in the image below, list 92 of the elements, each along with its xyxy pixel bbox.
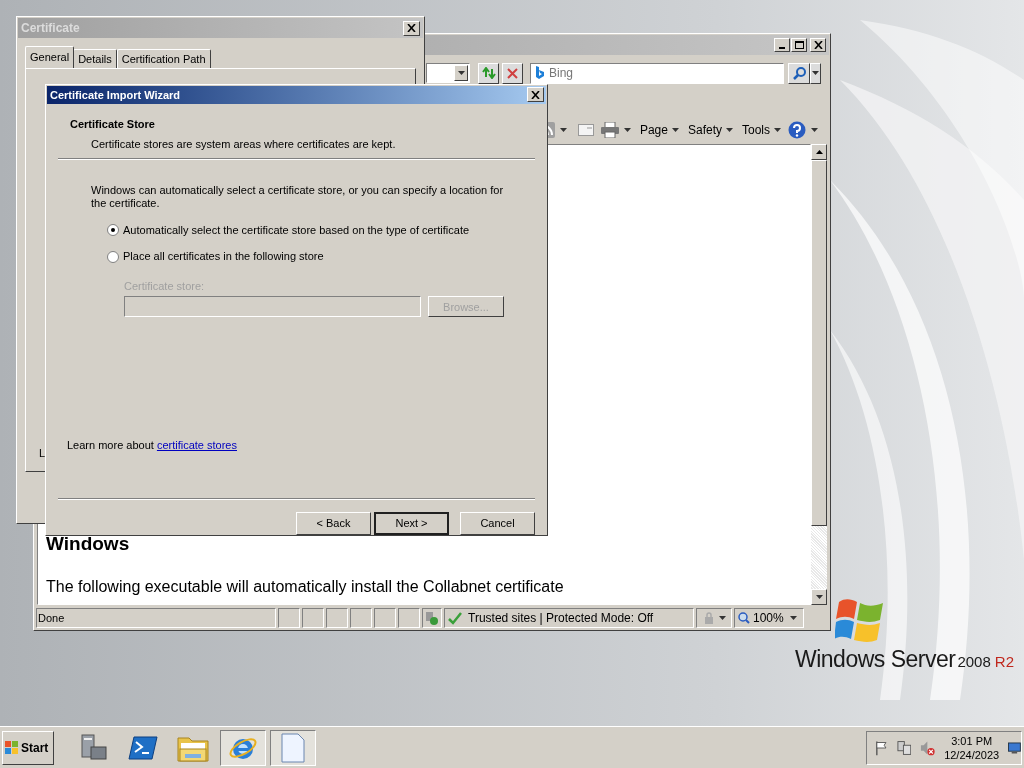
protected-mode-button[interactable]: [696, 608, 732, 628]
show-desktop-icon[interactable]: [1008, 741, 1021, 754]
close-icon: [813, 41, 823, 49]
help-icon[interactable]: [788, 121, 806, 139]
caret-icon: [671, 128, 679, 132]
close-button[interactable]: [527, 87, 544, 103]
document-icon: [281, 732, 305, 763]
start-button[interactable]: Start: [2, 730, 54, 765]
taskbar-button[interactable]: [220, 729, 266, 766]
refresh-button[interactable]: [478, 62, 499, 84]
magnifier-icon: [738, 612, 750, 624]
close-button[interactable]: [810, 38, 826, 52]
mail-icon[interactable]: [577, 124, 594, 136]
powershell-icon: [128, 734, 158, 761]
windows-flag-icon: [5, 740, 19, 755]
section-subtitle: Certificate stores are system areas where certificates are kept.: [90, 137, 397, 153]
minimize-button[interactable]: [774, 38, 790, 52]
window-title: Certificate Import Wizard: [50, 87, 181, 103]
dropdown-button[interactable]: [454, 65, 468, 81]
caret-icon: [812, 71, 819, 75]
clock[interactable]: 3:01 PM 12/24/2023: [944, 733, 1000, 762]
network-icon[interactable]: [896, 739, 912, 756]
status-panel: [398, 608, 420, 628]
status-panel: [350, 608, 372, 628]
dialog-button[interactable]: Next >: [374, 512, 449, 535]
toolbar-menu[interactable]: Tools: [742, 121, 781, 139]
close-icon: [407, 24, 416, 32]
checkmark-icon: [448, 611, 462, 625]
radio-button[interactable]: [107, 250, 119, 263]
windows-flag-logo: [835, 598, 885, 642]
zoom-button[interactable]: 100%: [734, 608, 804, 628]
flag-icon[interactable]: [875, 739, 888, 756]
printer-icon[interactable]: [600, 122, 619, 138]
maximize-button[interactable]: [791, 38, 807, 52]
scrollbar[interactable]: [811, 144, 827, 605]
tab[interactable]: Details: [73, 49, 117, 68]
scroll-down-button[interactable]: [811, 589, 827, 605]
certificate-stores-link[interactable]: certificate stores: [156, 438, 237, 451]
arrow-icon: [815, 150, 823, 154]
caret-icon: [718, 616, 726, 620]
caret-icon: [623, 128, 631, 132]
window-title: Certificate: [21, 20, 80, 37]
dialog-button[interactable]: Cancel: [460, 512, 535, 535]
status-text: Done: [36, 608, 276, 628]
status-panel: [326, 608, 348, 628]
search-button[interactable]: [788, 62, 810, 84]
section-title: Certificate Store: [70, 116, 156, 132]
caret-icon: [559, 128, 567, 132]
speaker-muted-icon[interactable]: [920, 739, 936, 756]
search-icon: [792, 66, 806, 80]
logo-edition-text: R2: [994, 652, 1014, 672]
bing-logo-icon: [535, 66, 544, 80]
caret-icon: [726, 128, 733, 132]
scroll-up-button[interactable]: [811, 144, 827, 160]
close-icon: [507, 67, 518, 79]
logo-version-text: 2008: [957, 652, 991, 672]
toolbar-menu[interactable]: Safety: [687, 121, 733, 139]
tab[interactable]: General: [25, 46, 75, 68]
caret-icon: [790, 616, 797, 620]
status-panel: [374, 608, 396, 628]
caret-icon: [811, 128, 818, 132]
arrow-icon: [815, 595, 823, 599]
status-panel: [302, 608, 324, 628]
close-icon: [531, 90, 540, 99]
toolbar-menu[interactable]: Page: [639, 121, 679, 139]
radio-button[interactable]: [107, 224, 119, 237]
description-text: Windows can automatically select a certificate store, or you can specify a location for the certificate.: [91, 183, 505, 210]
zone-text: Trusted sites | Protected Mode: Off: [468, 610, 654, 627]
taskbar-button[interactable]: [270, 729, 316, 766]
page-heading: Windows: [46, 531, 131, 556]
radio-label: Place all certificates in the following store: [123, 249, 324, 265]
lock-icon: [702, 612, 715, 624]
refresh-arrows-icon: [481, 67, 496, 79]
dialog-button[interactable]: < Back: [296, 512, 371, 535]
status-panel: [278, 608, 300, 628]
address-field[interactable]: [426, 63, 470, 83]
server-toolbox-icon: [78, 732, 108, 763]
scroll-thumb[interactable]: [811, 160, 827, 526]
caret-icon: [457, 71, 465, 75]
tab[interactable]: Certification Path: [116, 49, 211, 68]
radio-label: Automatically select the certificate store based on the type of certificate: [123, 222, 470, 238]
stop-button[interactable]: [502, 62, 523, 84]
page-paragraph: The following executable will automatically install the Collabnet certificate: [46, 577, 565, 597]
search-options-button[interactable]: [810, 62, 821, 84]
learn-more-text: Learn more about certificate stores: [67, 437, 238, 453]
search-field[interactable]: Bing: [530, 62, 784, 84]
zone-panel[interactable]: Trusted sites | Protected Mode: Off: [444, 608, 694, 628]
logo-brand-text: Windows Server: [795, 645, 956, 674]
caret-icon: [774, 128, 781, 132]
close-button[interactable]: [403, 20, 420, 36]
search-placeholder: Bing: [549, 65, 574, 82]
footer-text: L: [39, 445, 46, 461]
